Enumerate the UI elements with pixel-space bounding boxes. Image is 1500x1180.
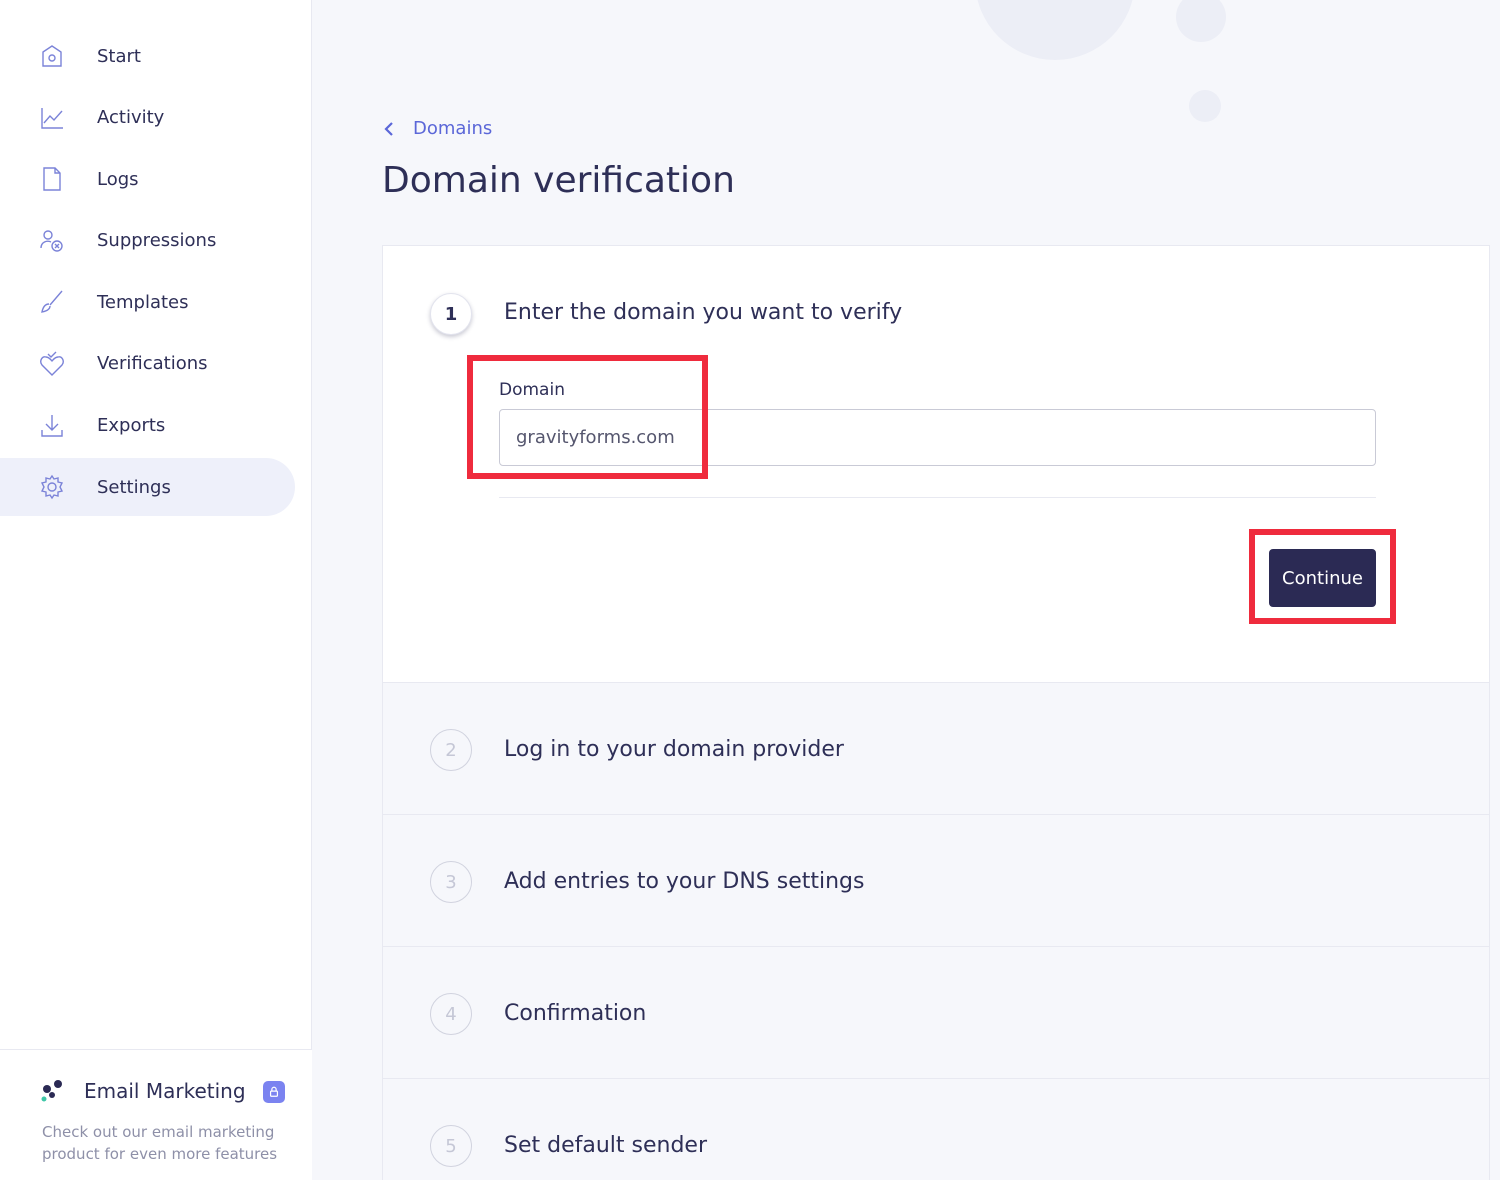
decor-circle xyxy=(975,0,1135,60)
promo-description: Check out our email marketing product fo… xyxy=(42,1123,278,1163)
step-number: 2 xyxy=(430,729,472,771)
email-marketing-promo[interactable]: Email Marketing Check out our email mark… xyxy=(0,1049,312,1180)
domain-input[interactable] xyxy=(499,409,1376,466)
step-number: 1 xyxy=(430,293,472,335)
chart-line-icon xyxy=(38,104,66,132)
step-title: Confirmation xyxy=(504,1001,647,1026)
verification-steps-card: 1 Enter the domain you want to verify Do… xyxy=(382,245,1490,1180)
step-title: Add entries to your DNS settings xyxy=(504,869,865,894)
sidebar-item-suppressions[interactable]: Suppressions xyxy=(0,212,295,270)
domain-label: Domain xyxy=(499,380,565,400)
sidebar-item-start[interactable]: Start xyxy=(0,27,295,85)
step-3[interactable]: 3 Add entries to your DNS settings xyxy=(383,814,1489,946)
sidebar-item-label: Logs xyxy=(97,168,139,190)
promo-title: Email Marketing xyxy=(84,1079,246,1103)
sidebar-item-label: Templates xyxy=(97,291,189,313)
sidebar-nav: Start Activity Logs Suppressions Templat… xyxy=(0,27,312,520)
sidebar-item-label: Start xyxy=(97,45,141,67)
sidebar-item-activity[interactable]: Activity xyxy=(0,89,295,147)
home-icon xyxy=(38,42,66,70)
step-number: 3 xyxy=(430,861,472,903)
sidebar-item-settings[interactable]: Settings xyxy=(0,458,295,517)
step-title: Enter the domain you want to verify xyxy=(504,300,903,325)
chevron-left-icon xyxy=(384,121,393,136)
sidebar-item-logs[interactable]: Logs xyxy=(0,150,295,208)
document-icon xyxy=(38,165,66,193)
lock-icon xyxy=(263,1081,285,1103)
step-1: 1 Enter the domain you want to verify Do… xyxy=(383,246,1489,682)
download-icon xyxy=(38,412,66,440)
user-blocked-icon xyxy=(38,227,66,255)
sidebar-item-label: Exports xyxy=(97,415,166,437)
step-4[interactable]: 4 Confirmation xyxy=(383,946,1489,1078)
step-title: Log in to your domain provider xyxy=(504,737,844,762)
sidebar-item-verifications[interactable]: Verifications xyxy=(0,335,295,393)
sidebar-item-exports[interactable]: Exports xyxy=(0,397,295,455)
step-5[interactable]: 5 Set default sender xyxy=(383,1078,1489,1180)
continue-button[interactable]: Continue xyxy=(1269,549,1376,607)
sidebar-item-label: Suppressions xyxy=(97,230,217,252)
sidebar-item-templates[interactable]: Templates xyxy=(0,273,295,331)
sidebar-item-label: Settings xyxy=(97,476,171,498)
brush-icon xyxy=(38,288,66,316)
gear-icon xyxy=(38,473,66,501)
breadcrumb[interactable]: Domains xyxy=(382,118,492,139)
step-number: 5 xyxy=(430,1125,472,1167)
sidebar-item-label: Activity xyxy=(97,107,165,129)
sidebar: Start Activity Logs Suppressions Templat… xyxy=(0,0,312,1180)
breadcrumb-link[interactable]: Domains xyxy=(413,118,492,139)
step-title: Set default sender xyxy=(504,1133,708,1158)
decor-circle xyxy=(1189,90,1221,122)
sidebar-item-label: Verifications xyxy=(97,353,208,375)
page-title: Domain verification xyxy=(382,160,735,201)
step-number: 4 xyxy=(430,993,472,1035)
divider xyxy=(499,497,1376,498)
heart-check-icon xyxy=(38,350,66,378)
step-2[interactable]: 2 Log in to your domain provider xyxy=(383,682,1489,814)
brand-logo-icon xyxy=(40,1079,64,1103)
decor-circle xyxy=(1176,0,1226,42)
